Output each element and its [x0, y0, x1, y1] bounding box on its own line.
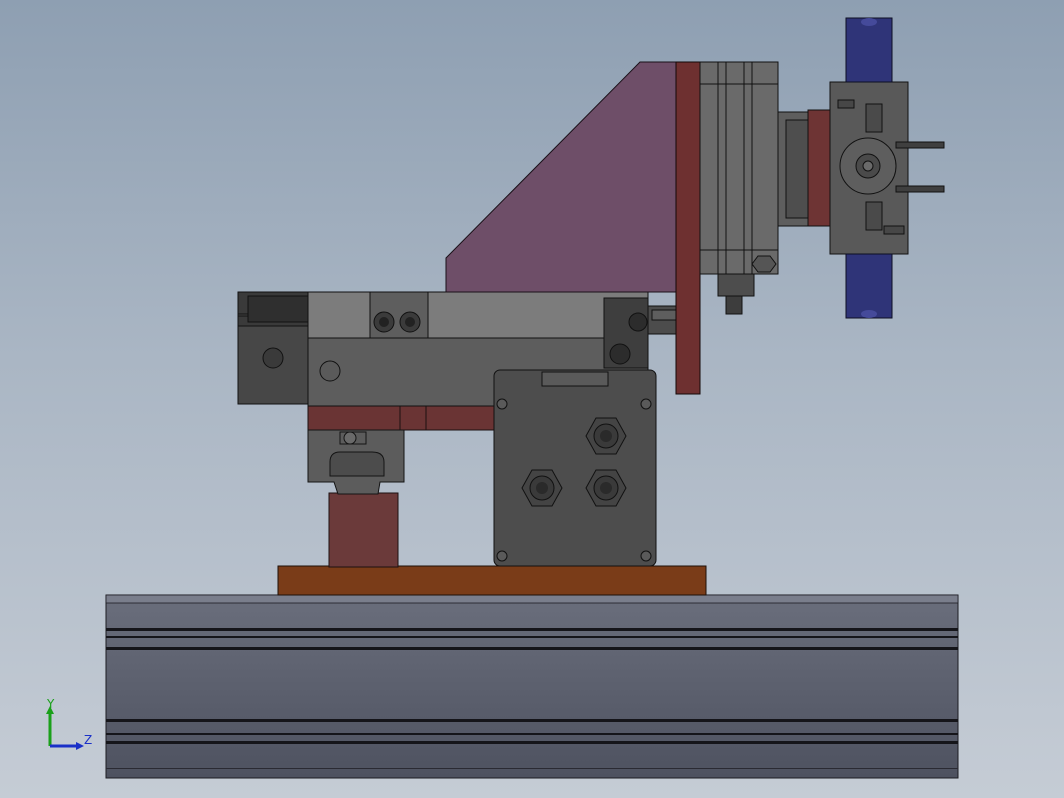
rotary-actuator[interactable] — [807, 81, 945, 255]
base-rail[interactable] — [105, 594, 959, 779]
vertical-plate[interactable] — [675, 61, 701, 395]
cad-viewport[interactable] — [0, 0, 1064, 798]
nut-icon — [751, 255, 777, 273]
y-axis-label: Y — [46, 697, 55, 711]
junction-box[interactable] — [493, 369, 657, 567]
cylinder-body[interactable] — [307, 291, 649, 339]
mount-plate[interactable] — [277, 565, 707, 596]
vertical-cylinder[interactable] — [699, 61, 809, 315]
z-axis-label: Z — [84, 733, 92, 747]
axis-triad: Y Z — [46, 697, 92, 750]
support-bracket[interactable] — [445, 61, 681, 293]
slide-carriage[interactable] — [307, 403, 497, 495]
slide-block[interactable] — [328, 492, 399, 568]
adjust-screw-icon — [343, 431, 357, 445]
